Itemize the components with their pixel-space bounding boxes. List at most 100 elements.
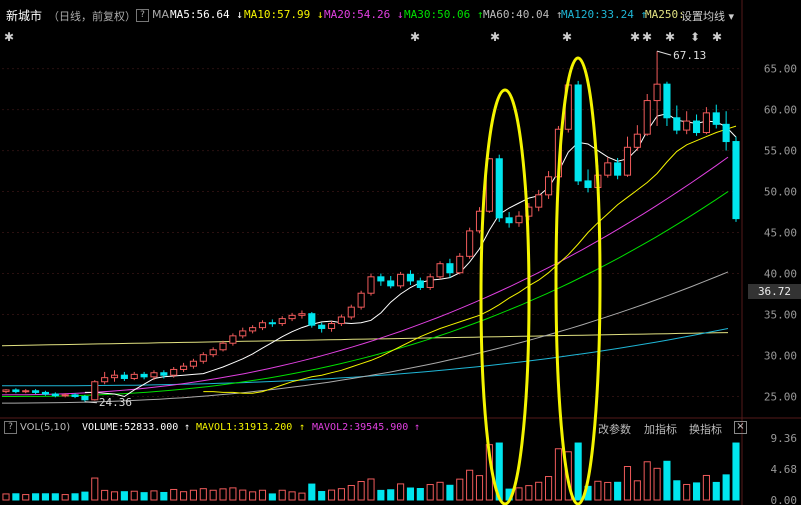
volume-bar: [446, 484, 454, 501]
ma20-line: [1, 156, 729, 396]
volume-bar: [594, 480, 602, 501]
ma10-line: [203, 125, 737, 394]
volume-bar: [574, 442, 582, 501]
volume-bar: [71, 493, 79, 501]
volume-bar: [722, 474, 730, 501]
highlight-ellipse: [479, 88, 531, 505]
candle-body: [229, 335, 237, 344]
volume-bar: [653, 467, 661, 501]
candle-body: [377, 276, 385, 282]
volume-bar: [120, 491, 128, 501]
y-tick-label: 60.00: [764, 104, 797, 117]
volume-bar: [397, 483, 405, 501]
mavol2-value: MAVOL2:39545.900: [312, 422, 409, 433]
volume-bar: [623, 466, 632, 501]
volume-bar: [633, 480, 641, 501]
y-tick-label: 65.00: [764, 63, 797, 76]
candle-body: [633, 133, 641, 148]
volume-bar: [288, 491, 296, 501]
candle-body: [406, 273, 415, 282]
candle-body: [505, 217, 513, 224]
candle-body: [180, 365, 188, 370]
switch-indicator-button[interactable]: 换指标: [689, 421, 722, 437]
candle-body: [416, 280, 424, 288]
candle-body: [673, 117, 681, 131]
candle-body: [249, 327, 257, 332]
volume-bar: [712, 481, 720, 501]
volume-bar: [298, 492, 306, 501]
volume-bar: [327, 489, 336, 501]
volume-bar: [51, 493, 59, 501]
vol-tick-label: 0.00: [771, 494, 798, 505]
add-indicator-button[interactable]: 加指标: [644, 421, 677, 437]
candle-body: [446, 263, 454, 274]
candle-body: [712, 112, 720, 125]
vol-label: VOL(5,10): [20, 422, 71, 433]
volume-bar: [81, 491, 89, 501]
candle-body: [436, 263, 444, 278]
close-icon[interactable]: ×: [734, 421, 747, 434]
y-tick-label: 45.00: [764, 227, 797, 240]
candle-body: [22, 390, 30, 393]
volume-bar: [337, 488, 345, 501]
volume-bar: [683, 483, 691, 501]
volume-bar: [308, 483, 316, 501]
candle-body: [41, 391, 50, 395]
volume-bar: [209, 489, 217, 501]
volume-bar: [249, 491, 257, 501]
volume-bar: [130, 490, 138, 501]
candle-body: [258, 322, 267, 329]
volume-bar: [692, 482, 701, 501]
candle-body: [51, 393, 59, 397]
ma250-line: [1, 332, 729, 347]
volume-bar: [318, 491, 326, 501]
arrow-up-icon: ↑: [299, 422, 306, 433]
candle-body: [318, 324, 326, 329]
candle-body: [397, 273, 405, 287]
candle-body: [327, 323, 336, 329]
y-tick-label: 35.00: [764, 309, 797, 322]
volume-bar: [416, 488, 424, 501]
volume-bar: [150, 490, 158, 501]
candle-body: [495, 158, 503, 219]
candle-body: [2, 389, 10, 393]
arrow-up-icon: ↑: [414, 422, 421, 433]
help-icon[interactable]: ?: [4, 421, 17, 434]
candle-body: [268, 322, 276, 325]
ma120-line: [2, 328, 729, 387]
candle-body: [623, 146, 632, 176]
y-tick-label: 30.00: [764, 350, 797, 363]
change-params-button[interactable]: 改参数: [598, 421, 631, 437]
volume-bar: [426, 484, 434, 501]
volume-bar: [357, 481, 365, 501]
volume-bar: [525, 485, 533, 501]
volume-bar: [219, 488, 227, 501]
candle-body: [12, 389, 20, 393]
volume-bar: [515, 487, 523, 501]
candle-body: [91, 381, 99, 401]
candle-body: [81, 396, 89, 401]
volume-bar: [406, 487, 415, 501]
candle-body: [337, 316, 345, 325]
volume-header: ? VOL(5,10) VOLUME:52833.000 ↑ MAVOL1:31…: [0, 419, 801, 439]
candle-body: [170, 368, 178, 376]
candle-body: [130, 373, 138, 379]
volume-bar: [101, 489, 109, 501]
volume-bar: [268, 493, 276, 501]
volume-bar: [643, 461, 651, 501]
candle-body: [663, 83, 671, 119]
candle-body: [308, 313, 316, 326]
volume-bar: [466, 469, 474, 501]
volume-bar: [160, 491, 168, 501]
candle-body: [545, 176, 553, 196]
candle-body: [367, 276, 375, 294]
candle-body: [653, 83, 661, 102]
arrow-up-icon: ↑: [184, 422, 191, 433]
volume-bar: [347, 484, 355, 501]
volume-bar: [22, 494, 30, 501]
candle-body: [466, 230, 474, 257]
volume-bar: [673, 480, 681, 501]
candle-body: [732, 141, 740, 220]
volume-bar: [663, 460, 671, 501]
high-pointer: [656, 50, 672, 56]
